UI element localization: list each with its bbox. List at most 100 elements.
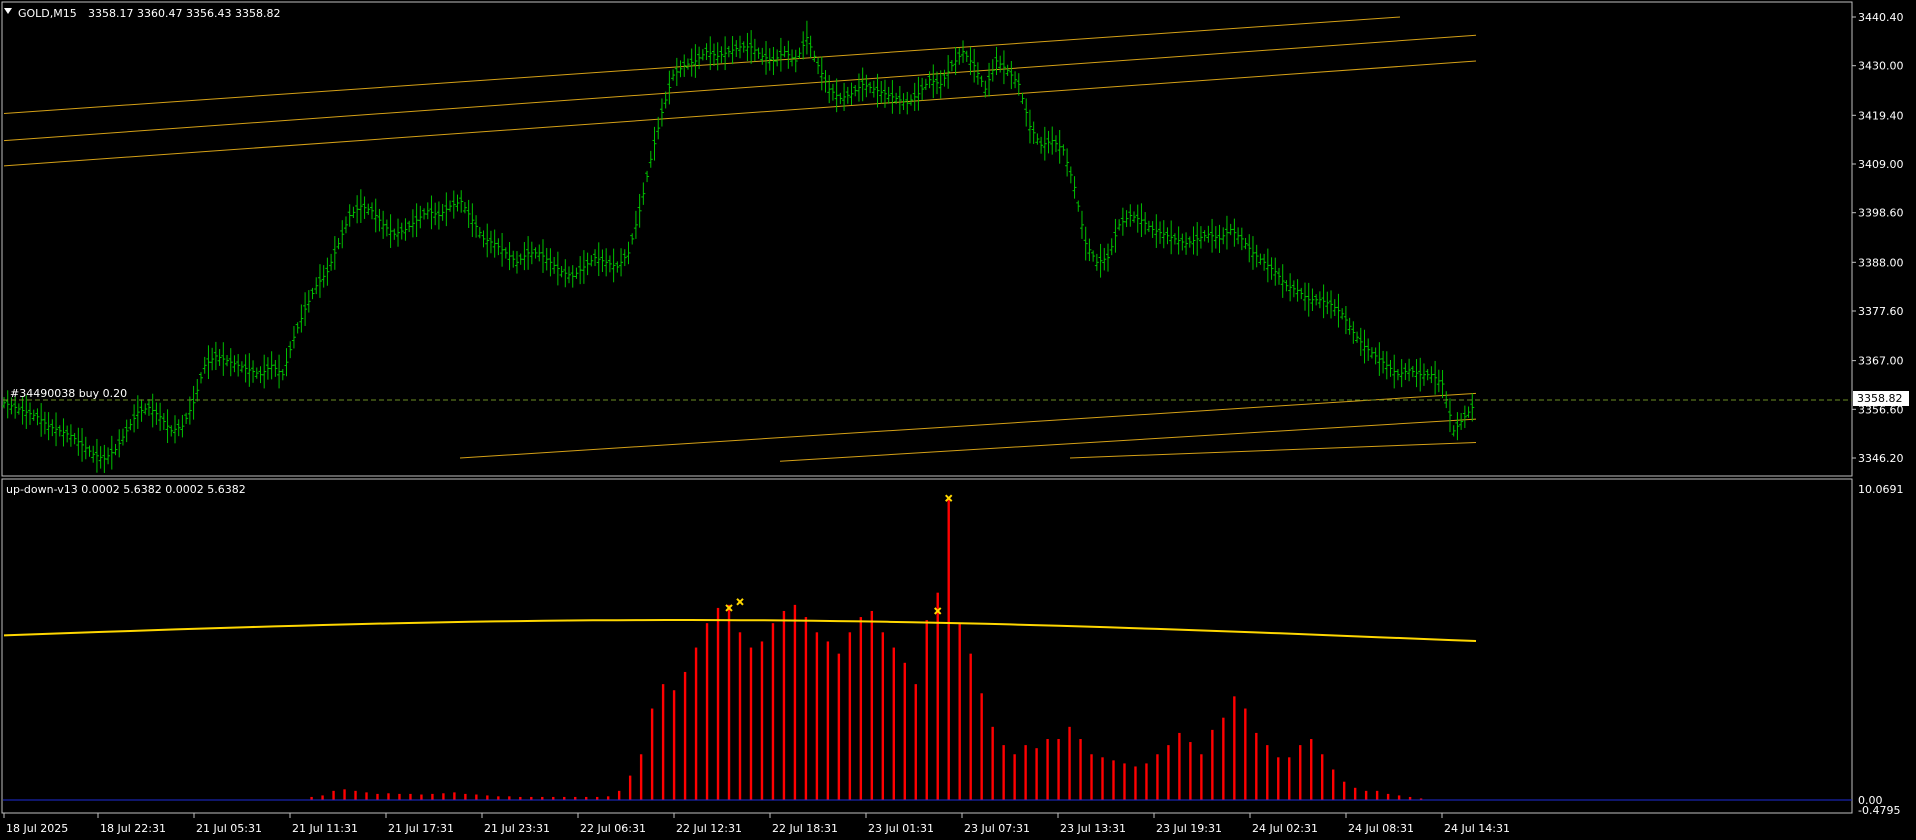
histogram-bar	[464, 793, 467, 800]
time-label: 18 Jul 22:31	[100, 822, 166, 835]
histogram-bar	[914, 684, 917, 800]
histogram-bar	[639, 754, 643, 800]
price-label: 3430.00	[1858, 60, 1904, 73]
histogram-bar	[1090, 754, 1093, 800]
histogram-bar	[892, 647, 895, 800]
time-label: 24 Jul 02:31	[1252, 822, 1318, 835]
histogram-bar	[1123, 763, 1126, 800]
histogram-bar	[354, 790, 357, 800]
histogram-bar	[859, 617, 863, 800]
background	[0, 0, 1916, 840]
time-label: 22 Jul 12:31	[676, 822, 742, 835]
histogram-bar	[848, 632, 852, 800]
histogram-bar	[1189, 742, 1192, 800]
time-label: 23 Jul 07:31	[964, 822, 1030, 835]
histogram-bar	[1046, 739, 1049, 800]
histogram-bar	[420, 794, 423, 800]
histogram-bar	[1364, 790, 1368, 800]
price-label: 3377.60	[1858, 305, 1904, 318]
histogram-bar	[705, 623, 709, 800]
histogram-bar	[1288, 757, 1291, 800]
histogram-bar	[343, 789, 346, 800]
time-label: 23 Jul 13:31	[1060, 822, 1126, 835]
histogram-bar	[991, 726, 994, 800]
histogram-bar	[1167, 745, 1170, 800]
histogram-bar	[694, 647, 698, 800]
histogram-bar	[1331, 769, 1335, 800]
histogram-bar	[771, 623, 775, 800]
price-label: 3419.40	[1858, 109, 1904, 122]
histogram-bar	[442, 793, 445, 800]
price-label: 3388.00	[1858, 256, 1904, 269]
position-label[interactable]: #34490038 buy 0.20	[10, 387, 127, 400]
histogram-bar	[1342, 781, 1346, 800]
price-label: 3367.00	[1858, 355, 1904, 368]
time-label: 24 Jul 08:31	[1348, 822, 1414, 835]
histogram-bar	[1156, 754, 1159, 800]
histogram-bar	[650, 708, 654, 800]
time-label: 21 Jul 11:31	[292, 822, 358, 835]
histogram-bar	[683, 671, 687, 800]
histogram-bar	[1024, 745, 1027, 800]
time-label: 21 Jul 05:31	[196, 822, 262, 835]
price-label: 3409.00	[1858, 158, 1904, 171]
histogram-bar	[1353, 787, 1357, 800]
histogram-bar	[617, 790, 621, 800]
histogram-bar	[606, 796, 610, 800]
time-label: 23 Jul 19:31	[1156, 822, 1222, 835]
time-label: 22 Jul 18:31	[772, 822, 838, 835]
histogram-bar	[936, 592, 939, 800]
histogram-bar	[1079, 739, 1082, 800]
time-label: 22 Jul 06:31	[580, 822, 646, 835]
current-price-tag: 3358.82	[1853, 391, 1909, 406]
histogram-bar	[1222, 717, 1225, 800]
histogram-bar	[793, 604, 797, 800]
histogram-bar	[1112, 760, 1115, 800]
histogram-bar	[1310, 739, 1313, 800]
histogram-bar	[321, 795, 324, 800]
histogram-bar	[727, 604, 731, 800]
histogram-bar	[661, 684, 665, 800]
histogram-bar	[1386, 793, 1390, 800]
histogram-bar	[969, 653, 972, 800]
price-label: 3440.40	[1858, 11, 1904, 24]
histogram-bar	[881, 632, 885, 800]
histogram-bar	[508, 796, 511, 800]
histogram-bar	[1397, 795, 1401, 800]
histogram-bar	[453, 792, 456, 800]
indicator-title: up-down-v13 0.0002 5.6382 0.0002 5.6382	[6, 483, 246, 496]
histogram-bar	[1375, 790, 1379, 800]
histogram-bar	[804, 617, 808, 800]
histogram-bar	[958, 623, 961, 800]
histogram-bar	[782, 610, 786, 800]
price-label: 3346.20	[1858, 452, 1904, 465]
time-label: 18 Jul 2025	[6, 822, 68, 835]
main-title: GOLD,M15 3358.17 3360.47 3356.43 3358.82	[4, 7, 280, 20]
time-label: 24 Jul 14:31	[1444, 822, 1510, 835]
histogram-bar	[815, 632, 819, 800]
time-label: 23 Jul 01:31	[868, 822, 934, 835]
histogram-bar	[376, 793, 379, 800]
histogram-bar	[1200, 754, 1203, 800]
histogram-bar	[716, 607, 720, 800]
histogram-bar	[1035, 748, 1038, 800]
histogram-bar	[486, 795, 489, 800]
histogram-bar	[431, 793, 434, 800]
histogram-bar	[1321, 754, 1324, 800]
histogram-bar	[1178, 732, 1181, 800]
histogram-bar	[628, 775, 632, 800]
histogram-bar	[1145, 763, 1148, 800]
histogram-bar	[1134, 766, 1137, 800]
ohlc-values: 3358.17 3360.47 3356.43 3358.82	[88, 7, 280, 20]
histogram-bar	[1255, 732, 1258, 800]
histogram-bar	[980, 693, 983, 800]
histogram-bar	[738, 632, 742, 800]
price-label: 3398.60	[1858, 207, 1904, 220]
histogram-bar	[1211, 729, 1214, 800]
histogram-bar	[1299, 745, 1302, 800]
histogram-bar	[760, 641, 764, 800]
histogram-bar	[365, 792, 368, 800]
histogram-bar	[903, 662, 906, 800]
histogram-bar	[1057, 739, 1060, 800]
histogram-bar	[332, 790, 335, 800]
